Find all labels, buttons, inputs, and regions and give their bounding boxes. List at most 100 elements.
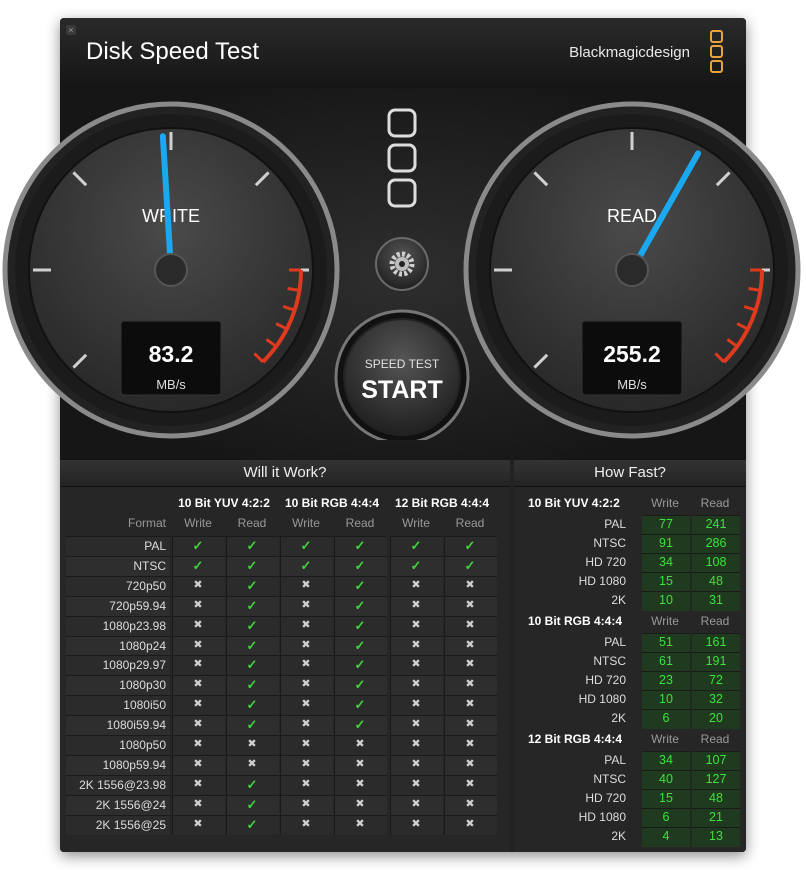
will-it-work-panel: Will it Work? 10 Bit YUV 4:2:2 10 Bit RGB… (60, 460, 510, 852)
read-column-header: Read (345, 516, 375, 530)
read-column-header: Read (700, 496, 730, 510)
format-label: 1080p24 (119, 638, 166, 653)
cross-icon: ✖ (411, 658, 421, 671)
read-value: 161 (705, 635, 727, 649)
start-button-line2: START (361, 376, 442, 404)
cross-icon: ✖ (193, 718, 203, 731)
cross-icon: ✖ (411, 777, 421, 790)
cross-icon: ✖ (193, 658, 203, 671)
format-header: Format (127, 516, 166, 530)
write-value: 34 (659, 753, 673, 767)
format-label: HD 720 (585, 555, 626, 569)
format-label: 2K (611, 711, 626, 725)
write-value: 51 (659, 635, 673, 649)
format-label: 1080i59.94 (106, 718, 166, 733)
check-icon: ✓ (246, 557, 258, 573)
cross-icon: ✖ (465, 817, 475, 830)
format-label: 1080p50 (119, 738, 166, 752)
check-icon: ✓ (354, 697, 366, 713)
format-label: NTSC (593, 772, 626, 786)
format-label: PAL (604, 753, 626, 767)
cross-icon: ✖ (301, 678, 311, 691)
write-value: 10 (659, 692, 673, 706)
cross-icon: ✖ (465, 797, 475, 810)
section-header: 10 Bit RGB 4:4:4 (528, 614, 623, 628)
stream-indicator-icon (387, 108, 417, 208)
format-label: 720p50 (125, 578, 166, 593)
gear-icon (389, 251, 415, 277)
section-header: 12 Bit RGB 4:4:4 (528, 732, 623, 746)
write-value: 6 (662, 711, 670, 725)
cross-icon: ✖ (411, 638, 421, 651)
cross-icon: ✖ (411, 618, 421, 631)
check-icon: ✓ (464, 538, 476, 553)
read-label: READ (607, 206, 657, 226)
format-label: 2K (611, 593, 626, 607)
group-header: 10 Bit YUV 4:2:2 (178, 496, 270, 510)
cross-icon: ✖ (465, 777, 475, 790)
read-value: 48 (709, 791, 723, 805)
start-button[interactable]: SPEED TEST START (334, 309, 470, 440)
cross-icon: ✖ (465, 578, 475, 591)
cross-icon: ✖ (193, 777, 203, 790)
cross-icon: ✖ (301, 658, 311, 671)
format-label: 720p59.94 (109, 598, 166, 613)
read-value: 255.2 (603, 341, 661, 367)
format-label: 2K 1556@24 (95, 797, 166, 812)
cross-icon: ✖ (301, 718, 311, 731)
format-label: HD 1080 (578, 810, 626, 824)
check-icon: ✓ (246, 717, 258, 733)
gauge-red-tick (287, 286, 300, 292)
cross-icon: ✖ (193, 738, 203, 750)
how-fast-title: How Fast? (514, 460, 746, 487)
check-icon: ✓ (246, 776, 258, 792)
check-icon: ✓ (192, 538, 204, 553)
check-icon: ✓ (246, 796, 258, 812)
results-panels: Will it Work? 10 Bit YUV 4:2:2 10 Bit RGB… (60, 460, 746, 852)
write-value: 10 (659, 593, 673, 607)
cross-icon: ✖ (193, 578, 203, 591)
cross-icon: ✖ (301, 698, 311, 711)
settings-gear-button[interactable] (375, 237, 429, 291)
cross-icon: ✖ (355, 757, 365, 770)
cross-icon: ✖ (465, 658, 475, 671)
cross-icon: ✖ (193, 817, 203, 830)
cross-icon: ✖ (411, 698, 421, 711)
write-value: 34 (659, 555, 673, 569)
cross-icon: ✖ (355, 797, 365, 810)
write-needle-hub (154, 253, 188, 287)
cross-icon: ✖ (301, 817, 311, 830)
how-fast-panel: How Fast? 10 Bit YUV 4:2:2 Write Read PAL 77… (514, 460, 746, 852)
read-column-header: Read (700, 732, 730, 746)
cross-icon: ✖ (193, 797, 203, 810)
check-icon: ✓ (246, 677, 258, 693)
read-value: 31 (709, 593, 723, 607)
cross-icon: ✖ (465, 638, 475, 651)
write-value: 83.2 (149, 341, 194, 367)
cross-icon: ✖ (411, 598, 421, 611)
gauge-red-tick (748, 286, 761, 292)
check-icon: ✓ (354, 577, 366, 593)
cross-icon: ✖ (301, 598, 311, 611)
will-it-work-title: Will it Work? (60, 460, 510, 487)
read-value: 108 (705, 555, 727, 569)
write-unit: MB/s (156, 377, 186, 392)
write-value: 6 (662, 810, 670, 824)
write-column-header: Write (651, 614, 679, 628)
read-value: 241 (705, 517, 727, 531)
cross-icon: ✖ (411, 817, 421, 830)
read-value: 13 (709, 829, 723, 843)
format-label: NTSC (593, 536, 626, 550)
read-value: 107 (705, 753, 727, 767)
format-label: 1080p30 (119, 678, 166, 693)
section-header: 10 Bit YUV 4:2:2 (528, 496, 620, 510)
group-header: 12 Bit RGB 4:4:4 (394, 496, 490, 510)
check-icon: ✓ (246, 637, 258, 653)
format-label: PAL (604, 517, 626, 531)
cross-icon: ✖ (301, 757, 311, 770)
cross-icon: ✖ (465, 757, 475, 770)
read-value: 286 (705, 536, 727, 550)
cross-icon: ✖ (355, 777, 365, 790)
cross-icon: ✖ (247, 738, 257, 750)
read-value: 72 (709, 673, 723, 687)
